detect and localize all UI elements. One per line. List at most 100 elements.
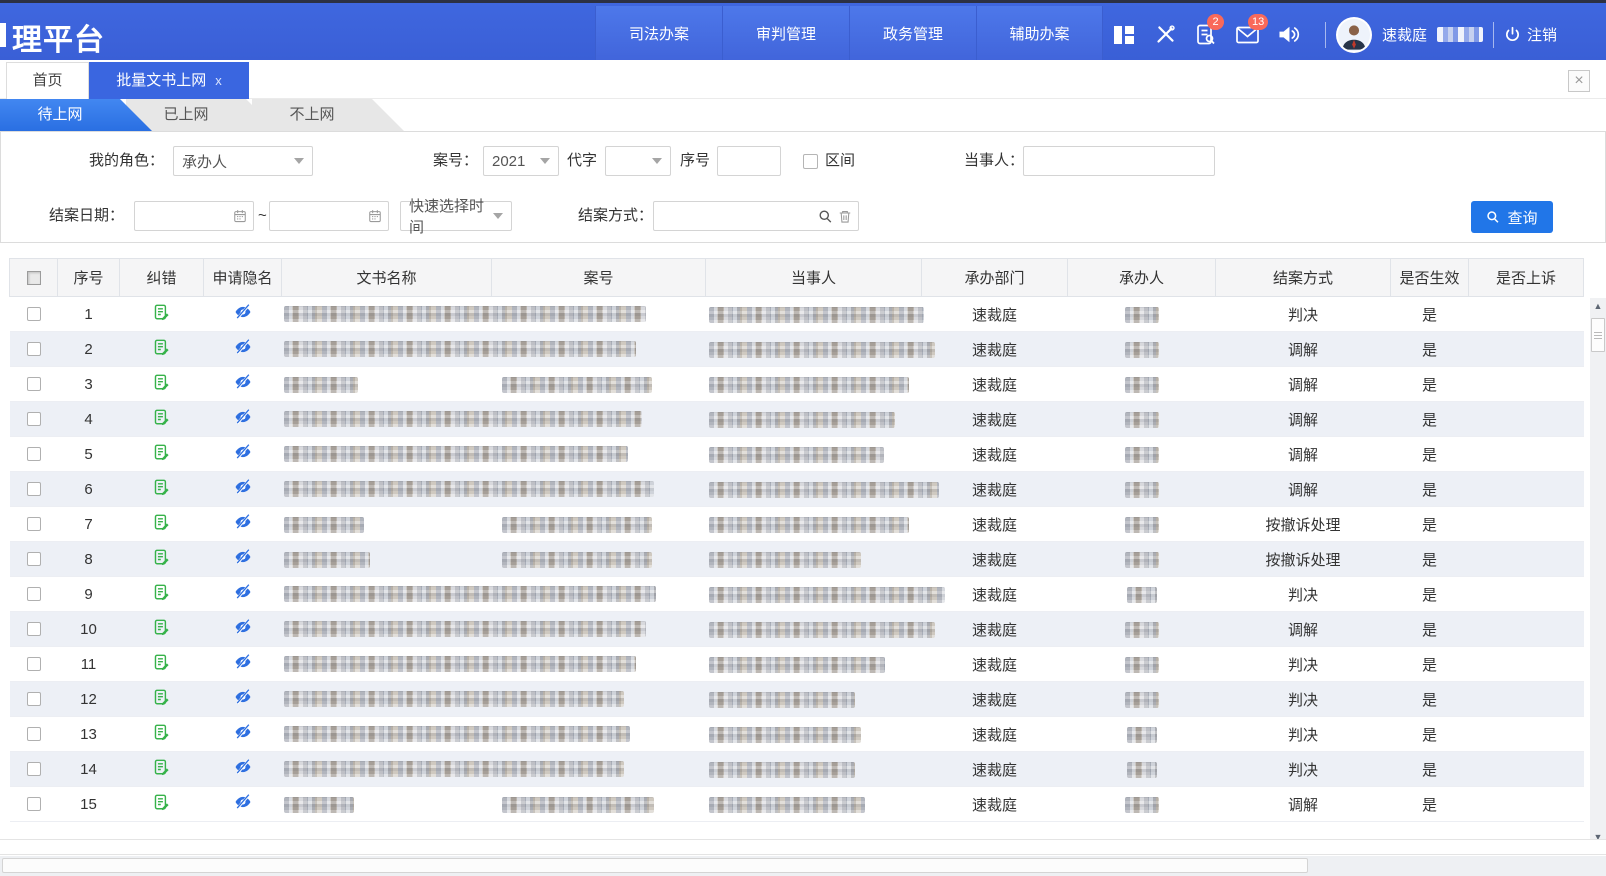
eye-off-icon[interactable]: [234, 584, 252, 600]
eye-off-icon[interactable]: [234, 654, 252, 670]
row-checkbox[interactable]: [27, 412, 41, 426]
eye-off-icon[interactable]: [234, 479, 252, 495]
quick-time-select[interactable]: 快速选择时间: [400, 201, 512, 231]
row-close-method: 判决: [1216, 647, 1391, 682]
row-select-cell: [10, 647, 58, 682]
tab-close-icon[interactable]: x: [215, 73, 222, 88]
row-checkbox[interactable]: [27, 377, 41, 391]
avatar[interactable]: [1336, 17, 1372, 53]
logout-button[interactable]: 注销: [1504, 24, 1557, 45]
row-checkbox[interactable]: [27, 482, 41, 496]
dashboard-icon[interactable]: [1112, 23, 1136, 47]
correction-edit-icon[interactable]: [153, 478, 170, 496]
row-checkbox[interactable]: [27, 727, 41, 741]
row-correction-cell: [120, 472, 204, 507]
redacted-text: [1127, 762, 1157, 778]
table-row: 2 速裁庭 调解 是: [10, 332, 1584, 367]
correction-edit-icon[interactable]: [153, 303, 170, 321]
correction-edit-icon[interactable]: [153, 793, 170, 811]
row-checkbox[interactable]: [27, 587, 41, 601]
horizontal-scroll-thumb[interactable]: [2, 858, 1308, 873]
row-anonymity-cell: [204, 682, 282, 717]
vertical-scroll-thumb[interactable]: [1591, 318, 1605, 352]
row-checkbox[interactable]: [27, 447, 41, 461]
row-correction-cell: [120, 507, 204, 542]
calendar-icon[interactable]: [233, 209, 247, 223]
nav-item-government-affairs[interactable]: 政务管理: [849, 6, 976, 63]
eye-off-icon[interactable]: [234, 724, 252, 740]
panel-close-button[interactable]: ×: [1568, 70, 1590, 92]
row-checkbox[interactable]: [27, 517, 41, 531]
redacted-text: [1125, 377, 1159, 393]
correction-edit-icon[interactable]: [153, 338, 170, 356]
tools-icon[interactable]: [1153, 23, 1177, 47]
eye-off-icon[interactable]: [234, 619, 252, 635]
row-close-method: 判决: [1216, 297, 1391, 332]
redacted-text: [1125, 447, 1159, 463]
row-department: 速裁庭: [922, 332, 1068, 367]
party-input[interactable]: [1023, 146, 1215, 176]
redacted-text: [284, 481, 654, 497]
search-icon[interactable]: [818, 209, 833, 224]
eye-off-icon[interactable]: [234, 689, 252, 705]
row-checkbox[interactable]: [27, 657, 41, 671]
nav-item-trial-management[interactable]: 审判管理: [722, 6, 849, 63]
correction-edit-icon[interactable]: [153, 583, 170, 601]
eye-off-icon[interactable]: [234, 374, 252, 390]
eye-off-icon[interactable]: [234, 759, 252, 775]
row-checkbox[interactable]: [27, 622, 41, 636]
eye-off-icon[interactable]: [234, 339, 252, 355]
nav-item-assist-case[interactable]: 辅助办案: [976, 6, 1103, 63]
vertical-scrollbar[interactable]: ▲ ▼: [1590, 298, 1606, 845]
range-checkbox[interactable]: [803, 154, 818, 169]
tab-home[interactable]: 首页: [6, 62, 89, 99]
query-button[interactable]: 查询: [1471, 201, 1553, 233]
horizontal-scrollbar[interactable]: [0, 856, 1606, 876]
subtab-pending-publish[interactable]: 待上网: [0, 99, 152, 131]
eye-off-icon[interactable]: [234, 549, 252, 565]
correction-edit-icon[interactable]: [153, 443, 170, 461]
row-checkbox[interactable]: [27, 762, 41, 776]
row-close-method: 调解: [1216, 437, 1391, 472]
eye-off-icon[interactable]: [234, 444, 252, 460]
calendar-icon[interactable]: [368, 209, 382, 223]
close-date-to-input[interactable]: [269, 201, 389, 231]
correction-edit-icon[interactable]: [153, 723, 170, 741]
case-seq-input[interactable]: [717, 146, 781, 176]
eye-off-icon[interactable]: [234, 304, 252, 320]
row-checkbox[interactable]: [27, 307, 41, 321]
speaker-icon[interactable]: [1276, 23, 1300, 47]
correction-edit-icon[interactable]: [153, 688, 170, 706]
correction-edit-icon[interactable]: [153, 408, 170, 426]
year-select[interactable]: 2021: [483, 146, 559, 176]
row-checkbox[interactable]: [27, 342, 41, 356]
row-checkbox[interactable]: [27, 692, 41, 706]
trash-icon[interactable]: [838, 209, 852, 224]
role-select[interactable]: 承办人: [173, 146, 313, 176]
row-party-redacted: [706, 787, 922, 822]
row-checkbox[interactable]: [27, 552, 41, 566]
correction-edit-icon[interactable]: [153, 513, 170, 531]
document-check-icon[interactable]: 2: [1194, 23, 1218, 47]
row-anonymity-cell: [204, 507, 282, 542]
correction-edit-icon[interactable]: [153, 653, 170, 671]
redacted-text: [1125, 552, 1159, 568]
correction-edit-icon[interactable]: [153, 758, 170, 776]
row-doc-name-redacted: [282, 647, 492, 682]
tab-batch-document-publish[interactable]: 批量文书上网x: [89, 62, 249, 99]
correction-edit-icon[interactable]: [153, 373, 170, 391]
select-all-checkbox[interactable]: [27, 271, 41, 285]
eye-off-icon[interactable]: [234, 409, 252, 425]
mail-icon[interactable]: 13: [1235, 23, 1259, 47]
eye-off-icon[interactable]: [234, 794, 252, 810]
close-date-from-input[interactable]: [134, 201, 254, 231]
scroll-up-arrow[interactable]: ▲: [1590, 298, 1606, 314]
col-handler: 承办人: [1068, 259, 1216, 297]
correction-edit-icon[interactable]: [153, 548, 170, 566]
close-method-input[interactable]: [653, 201, 859, 231]
row-checkbox[interactable]: [27, 797, 41, 811]
nav-item-judicial-case[interactable]: 司法办案: [595, 6, 722, 63]
eye-off-icon[interactable]: [234, 514, 252, 530]
correction-edit-icon[interactable]: [153, 618, 170, 636]
case-word-select[interactable]: [605, 146, 671, 176]
